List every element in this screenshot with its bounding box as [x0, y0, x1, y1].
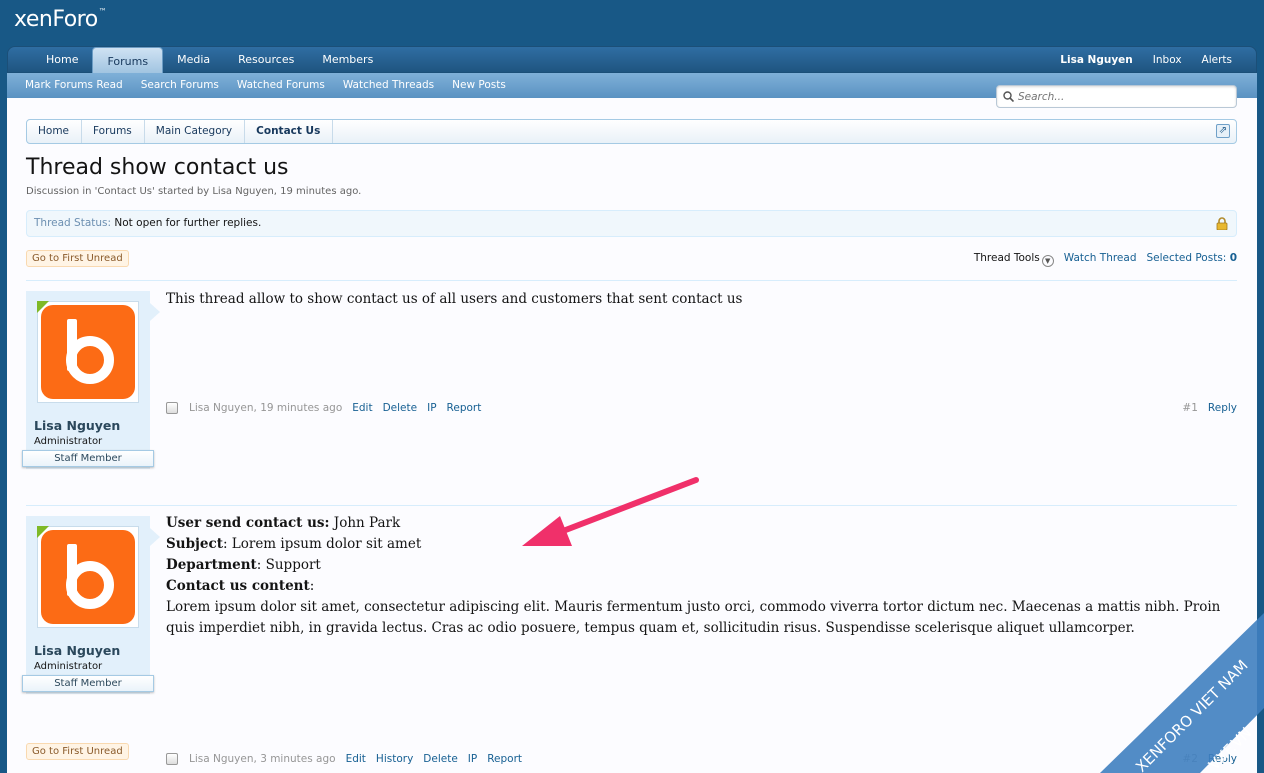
online-indicator	[37, 301, 49, 313]
annotation-arrow-icon	[522, 477, 699, 546]
post-2-report-link[interactable]: Report	[487, 753, 522, 765]
main-navigation: Home Forums Media Resources Members Lisa…	[7, 46, 1257, 74]
avatar-image	[41, 305, 135, 399]
post-1-actions: #1 Reply	[1182, 402, 1237, 414]
xenforo-logo[interactable]: xenForo™	[14, 7, 107, 32]
divider	[26, 280, 1237, 281]
header: xenForo™	[0, 0, 1264, 46]
nav-tab-home[interactable]: Home	[32, 47, 92, 73]
post-1-staff-badge: Staff Member	[22, 450, 154, 467]
selected-posts-link[interactable]: Selected Posts: 0	[1147, 252, 1238, 267]
search-input[interactable]	[1018, 90, 1228, 103]
post-2-username[interactable]: Lisa Nguyen	[34, 643, 120, 658]
post-1-report-link[interactable]: Report	[447, 402, 482, 414]
search-box[interactable]	[996, 85, 1237, 108]
go-to-first-unread-button[interactable]: Go to First Unread	[26, 250, 129, 267]
nav-tab-media[interactable]: Media	[163, 47, 224, 73]
nav-tab-members[interactable]: Members	[308, 47, 387, 73]
post-1-user-info: Lisa Nguyen Administrator Staff Member	[22, 291, 154, 469]
breadcrumb: Home Forums Main Category Contact Us ⇗	[26, 119, 1237, 144]
thread-tools-menu[interactable]: Thread Tools ▼	[974, 252, 1054, 267]
post-1-meta: Lisa Nguyen, 19 minutes ago Edit Delete …	[166, 402, 491, 414]
post-2-ip-link[interactable]: IP	[468, 753, 477, 765]
post-1-message: This thread allow to show contact us of …	[166, 291, 743, 307]
post-2-staff-badge: Staff Member	[22, 675, 154, 692]
subnav-watched-threads[interactable]: Watched Threads	[334, 73, 443, 98]
alerts-link[interactable]: Alerts	[1192, 47, 1242, 73]
nav-tab-forums[interactable]: Forums	[92, 47, 164, 74]
online-indicator	[37, 526, 49, 538]
avatar[interactable]	[37, 526, 139, 628]
inbox-link[interactable]: Inbox	[1143, 47, 1192, 73]
thread-status-label: Thread Status:	[34, 217, 112, 229]
post-1-permalink[interactable]: #1	[1182, 402, 1197, 414]
thread-status-bar: Thread Status: Not open for further repl…	[26, 210, 1237, 237]
jump-menu-icon[interactable]: ⇗	[1216, 124, 1230, 138]
post-2-delete-link[interactable]: Delete	[423, 753, 458, 765]
post-2-meta: Lisa Nguyen, 3 minutes ago Edit History …	[166, 753, 532, 765]
subnav-watched-forums[interactable]: Watched Forums	[228, 73, 334, 98]
b-logo-icon	[66, 319, 114, 384]
lock-icon	[1216, 217, 1228, 230]
post-1-edit-link[interactable]: Edit	[352, 402, 372, 414]
go-to-first-unread-button-bottom[interactable]: Go to First Unread	[26, 743, 129, 760]
crumb-forums[interactable]: Forums	[82, 120, 145, 143]
contact-department-line: Department: Support	[166, 557, 321, 573]
crumb-contact-us[interactable]: Contact Us	[245, 120, 334, 143]
chevron-down-icon: ▼	[1041, 255, 1054, 267]
post-2-user-title: Administrator	[34, 661, 103, 672]
contact-content-text: Lorem ipsum dolor sit amet, consectetur …	[166, 599, 1221, 636]
message-arrow	[150, 303, 160, 321]
watermark-ribbon: XENFORO VIET NAM VXF.VN	[1100, 613, 1264, 773]
post-2-select-checkbox[interactable]	[166, 753, 178, 765]
post-1-select-checkbox[interactable]	[166, 402, 178, 414]
message-arrow	[150, 528, 160, 546]
thread-description: Discussion in 'Contact Us' started by Li…	[26, 186, 362, 197]
thread-status-value: Not open for further replies.	[114, 217, 262, 229]
crumb-home[interactable]: Home	[27, 120, 83, 143]
contact-content-label: Contact us content:	[166, 578, 315, 594]
account-user-link[interactable]: Lisa Nguyen	[1050, 47, 1143, 73]
post-1-reply-link[interactable]: Reply	[1208, 402, 1237, 414]
page-title: Thread show contact us	[26, 155, 289, 180]
post-2-history-link[interactable]: History	[376, 753, 413, 765]
post-1-username[interactable]: Lisa Nguyen	[34, 418, 120, 433]
crumb-main-category[interactable]: Main Category	[145, 120, 246, 143]
post-2-user-info: Lisa Nguyen Administrator Staff Member	[22, 516, 154, 694]
post-1-author-date[interactable]: Lisa Nguyen, 19 minutes ago	[189, 402, 342, 414]
avatar-image	[41, 530, 135, 624]
nav-tab-resources[interactable]: Resources	[224, 47, 308, 73]
avatar[interactable]	[37, 301, 139, 403]
thread-tools-bar: Thread Tools ▼ Watch Thread Selected Post…	[964, 252, 1237, 267]
b-logo-icon	[66, 544, 114, 609]
page-content: Home Forums Main Category Contact Us ⇗ T…	[7, 98, 1257, 773]
watch-thread-link[interactable]: Watch Thread	[1064, 252, 1137, 267]
subnav-search-forums[interactable]: Search Forums	[132, 73, 228, 98]
subnav-new-posts[interactable]: New Posts	[443, 73, 515, 98]
subnav-mark-forums-read[interactable]: Mark Forums Read	[16, 73, 132, 98]
post-1-delete-link[interactable]: Delete	[383, 402, 418, 414]
post-1-ip-link[interactable]: IP	[427, 402, 436, 414]
post-2-author-date[interactable]: Lisa Nguyen, 3 minutes ago	[189, 753, 336, 765]
post-2-edit-link[interactable]: Edit	[346, 753, 366, 765]
post-1-user-title: Administrator	[34, 436, 103, 447]
post-1: Lisa Nguyen Administrator Staff Member T…	[22, 291, 1237, 471]
search-icon	[1003, 91, 1014, 102]
